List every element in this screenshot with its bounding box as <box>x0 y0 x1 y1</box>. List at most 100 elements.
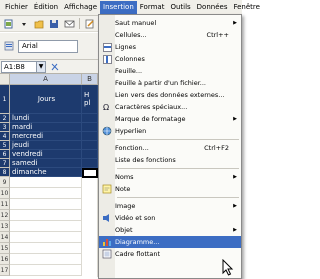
chevron-down-icon[interactable]: ▼ <box>36 61 45 72</box>
cell-empty[interactable] <box>82 132 98 141</box>
row-header[interactable]: 7 <box>0 159 10 168</box>
menu-item-lignes[interactable]: Lignes <box>99 41 241 53</box>
row-header[interactable]: 5 <box>0 141 10 150</box>
cell-empty[interactable] <box>10 188 82 199</box>
menu-item-feuille[interactable]: Feuille... <box>99 65 241 77</box>
email-button[interactable] <box>63 18 75 30</box>
row-header[interactable]: 2 <box>0 114 10 123</box>
menu-item-image[interactable]: Image ▶ <box>99 200 241 212</box>
menu-format[interactable]: Format <box>137 1 168 14</box>
row-header[interactable]: 16 <box>0 254 10 265</box>
cell-empty[interactable] <box>82 141 98 150</box>
menu-item-objet[interactable]: Objet ▶ <box>99 224 241 236</box>
cell-empty[interactable] <box>82 150 98 159</box>
row-header[interactable]: 11 <box>0 199 10 210</box>
cell-day[interactable]: lundi <box>10 114 82 123</box>
cell-day[interactable]: jeudi <box>10 141 82 150</box>
row-header[interactable]: 8 <box>0 168 10 177</box>
row-header[interactable]: 14 <box>0 232 10 243</box>
insert-menu: Saut manuel ▶ Cellules... Ctrl++ Lignes … <box>98 14 242 279</box>
menu-separator <box>117 197 239 198</box>
menu-item-cellules[interactable]: Cellules... Ctrl++ <box>99 29 241 41</box>
column-header-a[interactable]: A <box>10 74 82 85</box>
submenu-arrow-icon: ▶ <box>233 174 237 180</box>
menu-donnees[interactable]: Données <box>194 1 231 14</box>
cell-day[interactable]: dimanche <box>10 168 82 177</box>
menu-outils[interactable]: Outils <box>167 1 193 14</box>
save-icon <box>50 19 58 28</box>
name-box-value: A1:B8 <box>4 62 25 71</box>
submenu-arrow-icon: ▶ <box>233 20 237 26</box>
media-icon <box>103 214 109 222</box>
menu-item-video-son[interactable]: Vidéo et son <box>99 212 241 224</box>
menu-item-liste-fonctions[interactable]: Liste des fonctions <box>99 154 241 166</box>
menu-affichage[interactable]: Affichage <box>61 1 100 14</box>
cell-empty[interactable] <box>10 254 82 265</box>
row-header[interactable]: 1 <box>0 85 10 114</box>
menu-item-feuille-fichier[interactable]: Feuille à partir d'un fichier... <box>99 77 241 89</box>
cell-b1[interactable]: H pl <box>82 85 98 114</box>
toolbar-separator <box>79 18 80 29</box>
row-header[interactable]: 13 <box>0 221 10 232</box>
function-wizard-button[interactable] <box>49 61 61 73</box>
menu-edition[interactable]: Édition <box>31 1 61 14</box>
menu-separator <box>117 168 239 169</box>
cell-empty[interactable] <box>10 199 82 210</box>
active-cell[interactable] <box>82 168 98 178</box>
menu-separator <box>117 139 239 140</box>
folder-open-icon <box>34 20 43 28</box>
menu-item-hyperlien[interactable]: Hyperlien <box>99 125 241 137</box>
cell-b1-line1: H <box>84 91 90 99</box>
menu-item-diagramme[interactable]: Diagramme... <box>99 236 241 248</box>
save-button[interactable] <box>48 18 60 30</box>
row-header[interactable]: 15 <box>0 243 10 254</box>
menu-fichier[interactable]: Fichier <box>2 1 31 14</box>
row-header[interactable]: 12 <box>0 210 10 221</box>
cell-empty[interactable] <box>10 177 82 188</box>
column-header-b[interactable]: B <box>82 74 98 85</box>
menu-item-cadre-flottant[interactable]: Cadre flottant <box>99 248 241 260</box>
menu-fenetre[interactable]: Fenêtre <box>230 1 262 14</box>
cell-day[interactable]: vendredi <box>10 150 82 159</box>
row-header[interactable]: 9 <box>0 177 10 188</box>
cell-a1[interactable]: Jours <box>10 85 82 114</box>
cell-empty[interactable] <box>82 114 98 123</box>
menu-item-note[interactable]: Note <box>99 183 241 195</box>
menu-item-colonnes[interactable]: Colonnes <box>99 53 241 65</box>
cell-empty[interactable] <box>82 159 98 168</box>
menu-item-saut-manuel[interactable]: Saut manuel ▶ <box>99 17 241 29</box>
edit-file-button[interactable] <box>84 18 96 30</box>
cell-empty[interactable] <box>82 178 98 277</box>
submenu-arrow-icon: ▶ <box>233 203 237 209</box>
row-header[interactable]: 6 <box>0 150 10 159</box>
font-name-field[interactable]: Arial <box>18 39 78 53</box>
select-all-corner[interactable] <box>0 74 10 85</box>
new-dropdown-button[interactable] <box>18 18 30 30</box>
menu-item-fonction[interactable]: Fonction... Ctrl+F2 <box>99 142 241 154</box>
cell-day[interactable]: mardi <box>10 123 82 132</box>
open-button[interactable] <box>33 18 45 30</box>
cell-empty[interactable] <box>82 123 98 132</box>
menu-item-caracteres-speciaux[interactable]: Ω Caractères spéciaux... <box>99 101 241 113</box>
cell-empty[interactable] <box>10 221 82 232</box>
cell-empty[interactable] <box>10 210 82 221</box>
insert-columns-icon <box>102 54 112 64</box>
menu-insertion[interactable]: Insertion <box>100 1 137 14</box>
hyperlink-globe-icon <box>102 126 112 136</box>
row-header[interactable]: 3 <box>0 123 10 132</box>
name-box[interactable]: A1:B8 ▼ <box>1 60 46 73</box>
cell-empty[interactable] <box>10 243 82 254</box>
styles-button[interactable] <box>3 40 15 52</box>
menu-item-lien-donnees[interactable]: Lien vers des données externes... <box>99 89 241 101</box>
cell-empty[interactable] <box>10 232 82 243</box>
menu-item-marque-formatage[interactable]: Marque de formatage ▶ <box>99 113 241 125</box>
menu-item-noms[interactable]: Noms ▶ <box>99 171 241 183</box>
cell-empty[interactable] <box>10 265 82 276</box>
cell-b1-line2: pl <box>84 99 91 107</box>
row-header[interactable]: 10 <box>0 188 10 199</box>
cell-day[interactable]: mercredi <box>10 132 82 141</box>
cell-day[interactable]: samedi <box>10 159 82 168</box>
row-header[interactable]: 17 <box>0 265 10 276</box>
row-header[interactable]: 4 <box>0 132 10 141</box>
new-document-button[interactable] <box>3 18 15 30</box>
